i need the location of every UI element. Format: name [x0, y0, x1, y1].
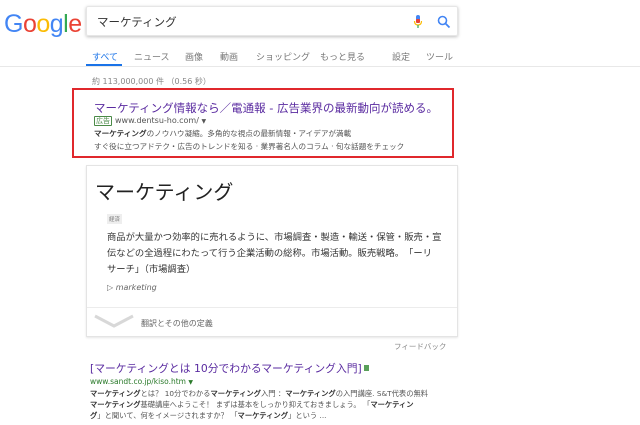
- tab-more[interactable]: もっと見る: [320, 50, 365, 63]
- ad-badge: 広告: [94, 116, 112, 126]
- translations-link[interactable]: 翻訳とその他の定義: [141, 318, 213, 329]
- card-divider: [87, 307, 457, 308]
- search-input[interactable]: マーケティング: [97, 14, 177, 30]
- ad-url[interactable]: www.dentsu-ho.com/: [115, 116, 199, 125]
- tab-tools[interactable]: ツール: [426, 50, 453, 63]
- knowledge-panel: マーケティング 経済 商品が大量かつ効率的に売れるように、市場調査・製造・輸送・…: [86, 165, 458, 337]
- logo-letter: o: [36, 10, 50, 38]
- ad-description-2: すぐ役に立つアドテク・広告のトレンドを知る · 業界著名人のコラム · 旬な話題…: [94, 142, 405, 151]
- microphone-icon[interactable]: [413, 15, 423, 29]
- logo-letter: g: [49, 10, 64, 38]
- google-logo[interactable]: Google: [4, 10, 82, 39]
- ad-url-row: 広告 www.dentsu-ho.com/ ▼: [94, 116, 206, 126]
- search-icon[interactable]: [437, 15, 451, 29]
- ad-title-link[interactable]: マーケティング情報なら／電通報 - 広告業界の最新動向が読める。: [94, 100, 438, 116]
- logo-letter: e: [68, 10, 82, 38]
- tab-news[interactable]: ニュース: [134, 50, 170, 63]
- result-url[interactable]: www.sandt.co.jp/kiso.htm ▼: [90, 377, 193, 386]
- logo-letter: o: [22, 10, 37, 38]
- chevron-down-icon[interactable]: [93, 314, 135, 328]
- dropdown-arrow-icon[interactable]: ▼: [201, 118, 206, 125]
- logo-letter: G: [4, 10, 23, 38]
- result-title-link[interactable]: [マーケティングとは 10分でわかるマーケティング入門]: [90, 360, 369, 376]
- ad-description-1: マーケティングのノウハウ凝縮。多角的な視点の最新情報・アイデアが満載: [94, 129, 352, 138]
- ad-result: マーケティング情報なら／電通報 - 広告業界の最新動向が読める。 広告 www.d…: [72, 88, 454, 158]
- source-word[interactable]: ▷ marketing: [107, 283, 157, 292]
- tab-images[interactable]: 画像: [185, 50, 203, 63]
- knowledge-title: マーケティング: [95, 180, 234, 204]
- result-snippet-line: マーケティングとは？ 10分でわかるマーケティング入門 ：マーケティングの入門講…: [90, 389, 429, 398]
- result-snippet-line: グ」と聞いて、何をイメージされますか？ 「マーケティング」という ...: [90, 411, 327, 420]
- tab-shopping[interactable]: ショッピング: [256, 50, 310, 63]
- definition-text: 商品が大量かつ効率的に売れるように、市場調査・製造・輸送・保管・販売・宣 伝など…: [107, 232, 442, 275]
- tab-settings[interactable]: 設定: [392, 50, 410, 63]
- extension-icon: [363, 365, 369, 371]
- category-tag: 経済: [107, 214, 123, 224]
- tab-videos[interactable]: 動画: [220, 50, 238, 63]
- search-box[interactable]: マーケティング: [86, 6, 458, 36]
- result-snippet-line: マーケティング基礎講座へようこそ！ まずは基本をしっかり抑えておきましょう。 「…: [90, 400, 414, 409]
- result-stats: 約 113,000,000 件 （0.56 秒）: [92, 77, 211, 86]
- tab-all[interactable]: すべて: [92, 50, 118, 63]
- feedback-link[interactable]: フィードバック: [394, 341, 446, 352]
- dropdown-arrow-icon[interactable]: ▼: [188, 379, 193, 386]
- header-divider: [0, 66, 640, 67]
